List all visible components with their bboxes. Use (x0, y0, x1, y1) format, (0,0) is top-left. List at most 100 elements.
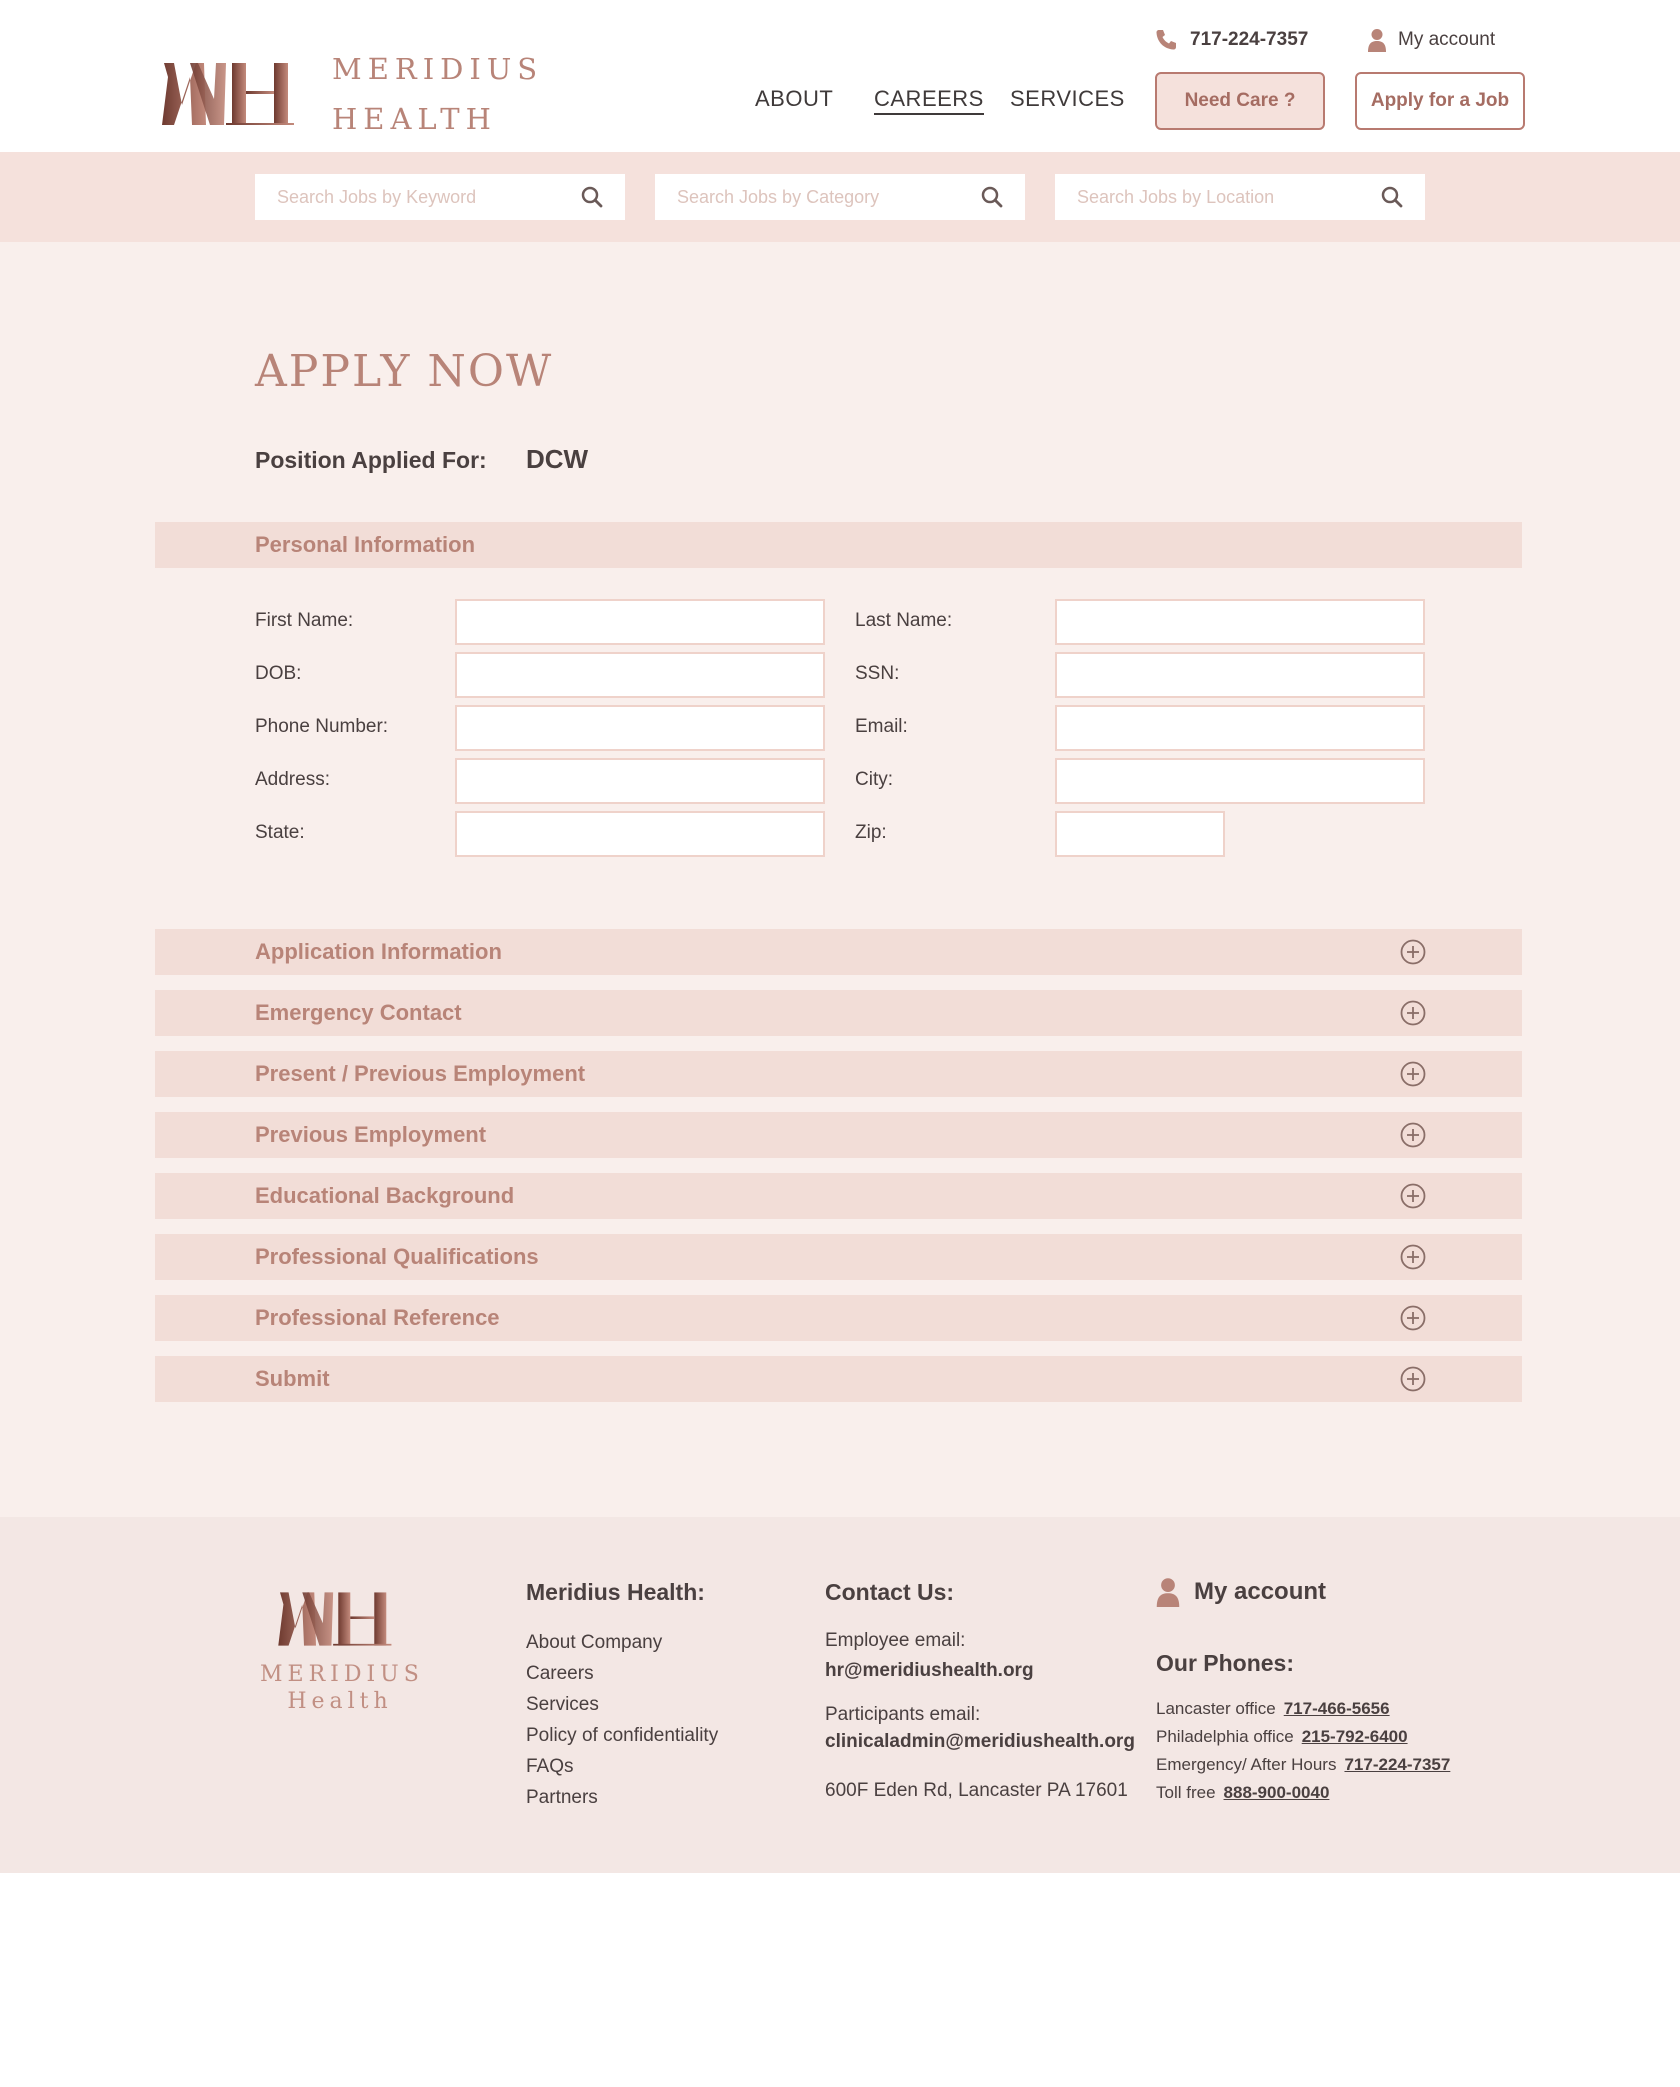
expand-plus-icon[interactable] (1400, 939, 1426, 965)
location-search-input[interactable] (1077, 186, 1381, 208)
phone-label: Lancaster office (1156, 1699, 1276, 1718)
section-professional-reference[interactable]: Professional Reference (155, 1295, 1522, 1341)
logo-line-2: HEALTH (332, 102, 497, 136)
section-submit[interactable]: Submit (155, 1356, 1522, 1402)
employee-email-link[interactable]: hr@meridiushealth.org (825, 1660, 1034, 1682)
section-educational-background[interactable]: Educational Background (155, 1173, 1522, 1219)
mh-logo-mark (278, 1592, 392, 1646)
keyword-search-input[interactable] (277, 186, 581, 208)
phone-number-link[interactable]: 717-466-5656 (1284, 1699, 1390, 1718)
site-logo[interactable]: MERIDIUS HEALTH (160, 44, 543, 144)
footer-link-services[interactable]: Services (526, 1689, 718, 1720)
footer-account-link[interactable]: My account (1156, 1577, 1326, 1607)
phone-label: Emergency/ After Hours (1156, 1755, 1337, 1774)
footer-link-partners[interactable]: Partners (526, 1782, 718, 1813)
position-value: DCW (526, 444, 589, 474)
header-phone-number: 717-224-7357 (1190, 29, 1309, 50)
logo-line-1: MERIDIUS (332, 52, 544, 86)
first-name-label: First Name: (255, 610, 354, 631)
need-care-button[interactable]: Need Care ? (1155, 72, 1325, 130)
zip-input[interactable] (1055, 811, 1225, 857)
user-icon (1368, 29, 1386, 52)
city-input[interactable] (1055, 758, 1425, 804)
phone-number-link[interactable]: 717-224-7357 (1344, 1755, 1450, 1774)
section-label: Educational Background (255, 1183, 515, 1208)
apply-job-button[interactable]: Apply for a Job (1355, 72, 1525, 130)
section-previous-employment[interactable]: Previous Employment (155, 1112, 1522, 1158)
footer-phones-heading: Our Phones: (1156, 1650, 1295, 1676)
position-label: Position Applied For: (255, 447, 487, 473)
last-name-input[interactable] (1055, 599, 1425, 645)
footer-logo[interactable]: MERIDIUS Health (260, 1589, 420, 1714)
first-name-input[interactable] (455, 599, 825, 645)
keyword-search-field (255, 174, 625, 220)
expand-plus-icon[interactable] (1400, 1061, 1426, 1087)
address-input[interactable] (455, 758, 825, 804)
footer-logo-line-2: Health (287, 1689, 393, 1714)
phone-number-link[interactable]: 888-900-0040 (1224, 1783, 1330, 1802)
phone-number-link[interactable]: 215-792-6400 (1302, 1727, 1408, 1746)
nav-careers[interactable]: CAREERS (874, 86, 984, 115)
last-name-label: Last Name: (855, 610, 953, 631)
footer-link-about-company[interactable]: About Company (526, 1627, 718, 1658)
site-header: MERIDIUS HEALTH 717-224-7357 My account … (0, 0, 1680, 152)
participants-email-label: Participants email: (825, 1704, 981, 1725)
section-present-previous-employment[interactable]: Present / Previous Employment (155, 1051, 1522, 1097)
employee-email-label: Employee email: (825, 1630, 966, 1651)
footer-logo-line-1: MERIDIUS (260, 1662, 424, 1687)
footer-link-policy[interactable]: Policy of confidentiality (526, 1720, 718, 1751)
expand-plus-icon[interactable] (1400, 1366, 1426, 1392)
dob-input[interactable] (455, 652, 825, 698)
phone-row: Lancaster office 717-466-5656 (1156, 1695, 1450, 1723)
phone-row: Philadelphia office 215-792-6400 (1156, 1723, 1450, 1751)
expand-plus-icon[interactable] (1400, 1122, 1426, 1148)
section-application-information[interactable]: Application Information (155, 929, 1522, 975)
footer-contact-heading: Contact Us: (825, 1579, 955, 1605)
city-label: City: (855, 769, 893, 790)
section-personal-information[interactable]: Personal Information (155, 522, 1522, 568)
footer-link-careers[interactable]: Careers (526, 1658, 718, 1689)
section-emergency-contact[interactable]: Emergency Contact (155, 990, 1522, 1036)
footer-link-faqs[interactable]: FAQs (526, 1751, 718, 1782)
email-input[interactable] (1055, 705, 1425, 751)
logo-wordmark: MERIDIUS HEALTH (332, 44, 543, 144)
ssn-input[interactable] (1055, 652, 1425, 698)
state-label: State: (255, 822, 305, 843)
header-account-link[interactable]: My account (1368, 28, 1495, 52)
job-search-bar (0, 152, 1680, 242)
section-label: Professional Qualifications (255, 1244, 539, 1269)
location-search-field (1055, 174, 1425, 220)
mh-logo-mark (162, 63, 294, 125)
category-search-field (655, 174, 1025, 220)
section-label: Submit (255, 1366, 330, 1391)
nav-services[interactable]: SERVICES (1010, 86, 1125, 112)
footer-link-list: About Company Careers Services Policy of… (526, 1627, 718, 1813)
search-icon[interactable] (1381, 186, 1403, 208)
expand-plus-icon[interactable] (1400, 1305, 1426, 1331)
header-account-label: My account (1398, 29, 1496, 50)
expand-plus-icon[interactable] (1400, 1244, 1426, 1270)
header-phone-link[interactable]: 717-224-7357 (1154, 28, 1308, 52)
footer-phone-list: Lancaster office 717-466-5656 Philadelphi… (1156, 1695, 1450, 1807)
category-search-input[interactable] (677, 186, 981, 208)
section-label: Professional Reference (255, 1305, 500, 1330)
phone-number-input[interactable] (455, 705, 825, 751)
nav-about[interactable]: ABOUT (755, 86, 833, 112)
footer-address: 600F Eden Rd, Lancaster PA 17601 (825, 1780, 1128, 1801)
expand-plus-icon[interactable] (1400, 1183, 1426, 1209)
search-icon[interactable] (981, 186, 1003, 208)
page-title: APPLY NOW (255, 346, 554, 397)
email-label: Email: (855, 716, 908, 737)
search-icon[interactable] (581, 186, 603, 208)
section-personal-information-label: Personal Information (255, 532, 476, 557)
phone-icon (1156, 30, 1176, 50)
ssn-label: SSN: (855, 663, 900, 684)
address-label: Address: (255, 769, 330, 790)
expand-plus-icon[interactable] (1400, 1000, 1426, 1026)
section-label: Previous Employment (255, 1122, 487, 1147)
user-icon (1156, 1578, 1180, 1607)
state-input[interactable] (455, 811, 825, 857)
section-professional-qualifications[interactable]: Professional Qualifications (155, 1234, 1522, 1280)
participants-email-link[interactable]: clinicaladmin@meridiushealth.org (825, 1731, 1135, 1753)
footer-account-label: My account (1194, 1578, 1327, 1605)
